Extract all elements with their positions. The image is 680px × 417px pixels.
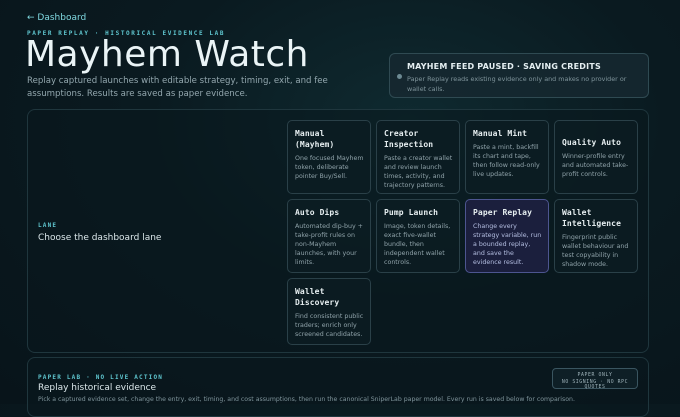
lane-title: Choose the dashboard lane [38, 233, 162, 243]
page-title: Mayhem Watch [25, 34, 309, 75]
lane-eyebrow: LANE [38, 222, 58, 229]
lane-card-manual-mint[interactable]: Manual Mint Paste a mint, backfill its c… [465, 120, 549, 194]
replay-title: Replay historical evidence [38, 383, 157, 393]
lane-card-title: Manual Mint [473, 129, 528, 138]
lane-card-desc: Change every strategy variable, run a bo… [473, 223, 542, 266]
lane-card-desc: Paste a mint, backfill its chart and tap… [473, 144, 540, 178]
lane-card-manual-mayhem[interactable]: Manual (Mayhem) One focused Mayhem token… [287, 120, 371, 194]
lane-card-auto-dips[interactable]: Auto Dips Automated dip-buy + take-profi… [287, 199, 371, 273]
lane-card-quality-auto[interactable]: Quality Auto Winner-profile entry and au… [554, 120, 638, 194]
feed-paused-notice: MAYHEM FEED PAUSED · SAVING CREDITS Pape… [389, 53, 649, 98]
paper-only-badge: PAPER ONLY NO SIGNING · NO RPC QUOTES [552, 368, 638, 390]
badge-line-2: NO SIGNING · NO RPC QUOTES [561, 380, 629, 390]
lane-card-creator-inspection[interactable]: Creator Inspection Paste a creator walle… [376, 120, 460, 194]
status-dot-icon [397, 74, 402, 79]
lane-card-wallet-discovery[interactable]: Wallet Discovery Find consistent public … [287, 278, 371, 345]
back-to-dashboard-link[interactable]: ← Dashboard [27, 13, 86, 23]
lane-card-desc: Fingerprint public wallet behaviour and … [562, 234, 629, 268]
lane-card-desc: One focused Mayhem token, deliberate poi… [295, 155, 364, 180]
notice-body: Paper Replay reads existing evidence onl… [407, 75, 627, 93]
badge-line-1: PAPER ONLY [577, 373, 613, 378]
lane-card-title: Auto Dips [295, 208, 340, 217]
lane-card-desc: Image, token details, exact five-wallet … [384, 223, 451, 266]
lane-card-paper-replay[interactable]: Paper Replay Change every strategy varia… [465, 199, 549, 273]
lane-card-title: Wallet Intelligence [562, 208, 621, 228]
lane-card-title: Pump Launch [384, 208, 439, 217]
lane-card-desc: Find consistent public traders; enrich o… [295, 313, 364, 338]
notice-heading: MAYHEM FEED PAUSED · SAVING CREDITS [407, 62, 601, 71]
page-subtitle: Replay captured launches with editable s… [27, 76, 328, 99]
lane-card-pump-launch[interactable]: Pump Launch Image, token details, exact … [376, 199, 460, 273]
lane-card-wallet-intelligence[interactable]: Wallet Intelligence Fingerprint public w… [554, 199, 638, 273]
lane-card-desc: Paste a creator wallet and review launch… [384, 155, 453, 189]
lane-card-desc: Winner-profile entry and automated take-… [562, 153, 629, 178]
lane-card-title: Creator Inspection [384, 129, 434, 149]
lane-card-desc: Automated dip-buy + take-profit rules on… [295, 223, 363, 266]
lane-card-title: Paper Replay [473, 208, 532, 217]
replay-eyebrow: PAPER LAB · NO LIVE ACTION [38, 374, 164, 381]
lane-card-title: Wallet Discovery [295, 287, 340, 307]
lane-card-title: Manual (Mayhem) [295, 129, 335, 149]
lane-card-title: Quality Auto [562, 138, 621, 147]
replay-description: Pick a captured evidence set, change the… [38, 396, 575, 403]
